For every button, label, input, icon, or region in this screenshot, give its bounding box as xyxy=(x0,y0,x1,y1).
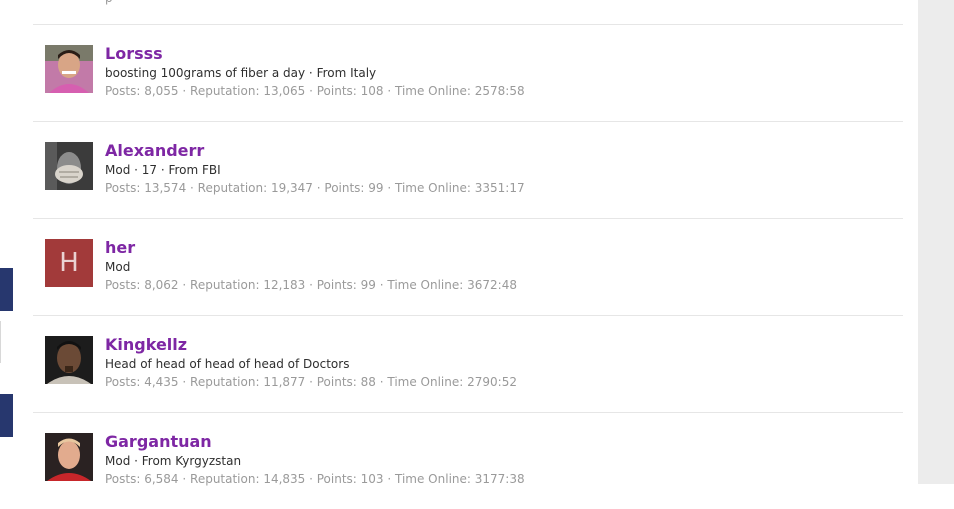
member-tagline: Mod · From Kyrgyzstan xyxy=(105,454,242,468)
page-right-gutter xyxy=(918,0,954,484)
avatar-letter: H xyxy=(45,239,93,287)
member-name-link[interactable]: Gargantuan xyxy=(105,431,885,452)
member-stats: Posts: 13,574 · Reputation: 19,347 · Poi… xyxy=(105,181,525,195)
side-divider xyxy=(0,321,1,363)
member-row: Lorsss boosting 100grams of fiber a day … xyxy=(33,25,903,121)
side-tab[interactable] xyxy=(0,268,13,311)
member-name-link[interactable]: Alexanderr xyxy=(105,140,885,161)
member-row: Gargantuan Mod · From Kyrgyzstan Posts: … xyxy=(33,413,903,509)
member-stats: Posts: 8,055 · Reputation: 13,065 · Poin… xyxy=(105,84,525,98)
avatar[interactable]: H xyxy=(45,239,93,287)
member-row: Kingkellz Head of head of head of head o… xyxy=(33,316,903,412)
avatar[interactable] xyxy=(45,433,93,481)
member-tagline: boosting 100grams of fiber a day · From … xyxy=(105,66,377,80)
member-stats: Posts: 6,584 · Reputation: 14,835 · Poin… xyxy=(105,472,525,486)
member-name-link[interactable]: Lorsss xyxy=(105,43,885,64)
member-row: H her Mod Posts: 8,062 · Reputation: 12,… xyxy=(33,219,903,315)
avatar[interactable] xyxy=(45,45,93,93)
side-tab[interactable] xyxy=(0,394,13,437)
member-name-link[interactable]: her xyxy=(105,237,885,258)
avatar[interactable] xyxy=(45,142,93,190)
member-row: Alexanderr Mod · 17 · From FBI Posts: 13… xyxy=(33,122,903,218)
member-name-link[interactable]: Kingkellz xyxy=(105,334,885,355)
previous-member-row: p xyxy=(33,0,903,24)
member-stats: Posts: 4,435 · Reputation: 11,877 · Poin… xyxy=(105,375,517,389)
member-tagline: Head of head of head of head of Doctors xyxy=(105,357,350,371)
member-stats: Posts: 8,062 · Reputation: 12,183 · Poin… xyxy=(105,278,517,292)
avatar[interactable] xyxy=(45,336,93,384)
member-tagline: Mod · 17 · From FBI xyxy=(105,163,221,177)
member-tagline: Mod xyxy=(105,260,131,274)
member-list: p Lorsss boosting 100grams of fiber a da… xyxy=(33,0,903,509)
